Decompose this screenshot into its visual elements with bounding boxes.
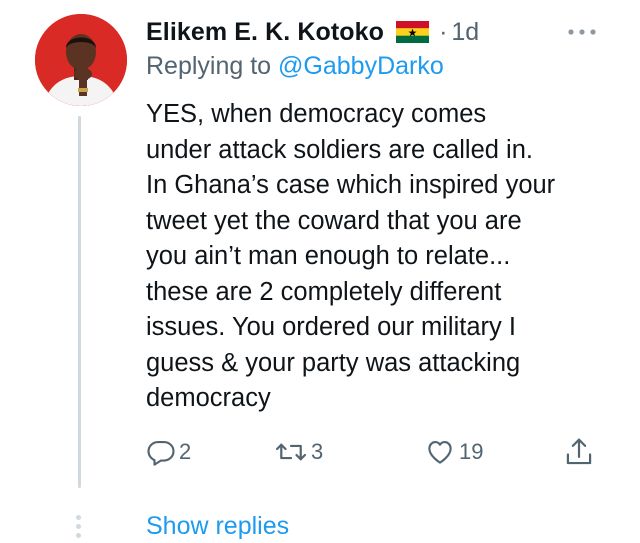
reply-handle-link[interactable]: @GabbyDarko	[278, 52, 444, 80]
share-button[interactable]	[564, 432, 594, 472]
avatar-image	[35, 14, 127, 106]
replying-to-label: Replying to	[146, 52, 272, 80]
retweet-icon	[275, 443, 307, 461]
separator-dot: ·	[439, 17, 448, 46]
reply-icon	[147, 440, 175, 466]
tweet-actions: 2 3 19	[146, 432, 606, 472]
ghana-flag-icon	[396, 21, 430, 43]
like-button[interactable]: 19	[424, 432, 483, 472]
more-button[interactable]	[562, 16, 602, 48]
tweet-text: YES, when democracy comes under attack s…	[146, 100, 556, 412]
reply-count: 2	[179, 439, 192, 464]
more-icon	[568, 29, 596, 35]
thread-dots	[76, 515, 81, 538]
author-name[interactable]: Elikem E. K. Kotoko	[146, 18, 384, 47]
like-count: 19	[459, 439, 484, 464]
tweet-header: Elikem E. K. Kotoko · 1d	[146, 14, 620, 50]
retweet-button[interactable]: 3	[274, 432, 323, 472]
timestamp[interactable]: 1d	[451, 18, 479, 47]
reply-button[interactable]: 2	[146, 432, 191, 472]
heart-icon	[428, 440, 452, 464]
share-icon	[566, 438, 592, 465]
replying-to: Replying to @GabbyDarko	[146, 52, 444, 81]
retweet-count: 3	[311, 439, 324, 464]
thread-line	[78, 116, 81, 488]
avatar[interactable]	[35, 14, 127, 106]
show-replies-link[interactable]: Show replies	[146, 512, 289, 541]
